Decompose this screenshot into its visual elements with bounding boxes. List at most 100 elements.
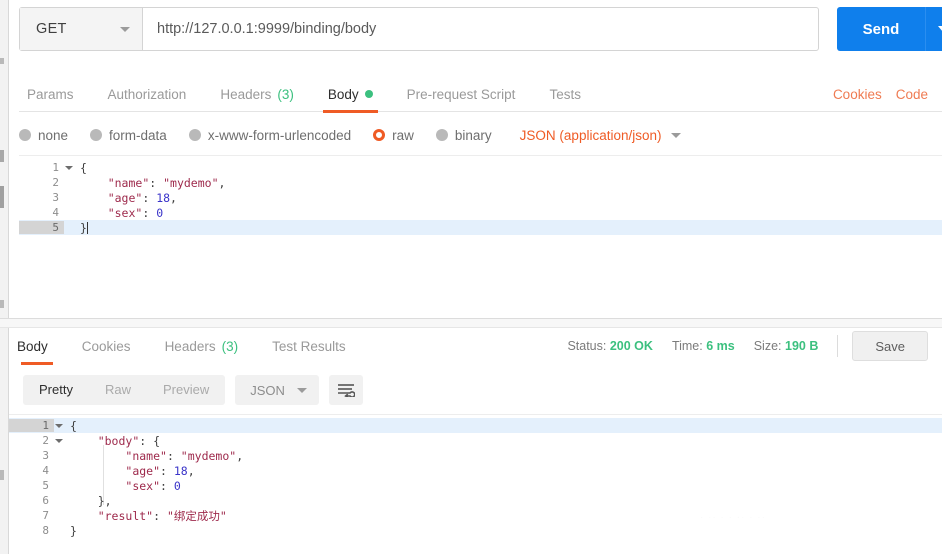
code-line: 7 "result": "绑定成功" [9,508,942,523]
body-type-radio-form-data[interactable]: form-data [90,128,167,143]
code-line: 1{ [9,418,942,433]
line-number: 8 [42,524,49,537]
code-token: } [70,523,77,538]
send-options-button[interactable] [925,7,942,51]
code-text: "age": 18, [64,191,177,205]
fold-toggle-icon[interactable] [65,165,73,170]
response-tab-body[interactable]: Body [9,328,65,365]
line-number: 3 [52,191,59,204]
line-number: 4 [42,464,49,477]
body-type-radio-none[interactable]: none [19,128,68,143]
code-link[interactable]: Code [896,87,928,102]
code-token: }, [97,493,112,508]
request-tab-pre-request-script[interactable]: Pre-request Script [390,76,533,112]
response-tab-test-results[interactable]: Test Results [255,328,363,364]
response-format-dropdown[interactable]: JSON [235,375,319,405]
code-text: "sex": 0 [64,206,163,220]
save-response-button[interactable]: Save [852,331,928,361]
status-label: Status: [567,339,607,353]
url-input[interactable] [143,8,818,50]
code-token: : { [139,433,161,448]
sidebar-mark [0,150,4,162]
body-type-radio-raw[interactable]: raw [373,128,414,143]
url-bar-row: GET Send [19,7,942,51]
fold-toggle-icon[interactable] [55,423,63,428]
request-body-editor[interactable]: 1{2 "name": "mydemo", 3 "age": 18, 4 "sex"… [19,155,942,318]
code-token: : [160,478,174,493]
word-wrap-button[interactable] [328,375,363,405]
code-token: "age" [107,190,143,205]
postman-window: GET Send ParamsAuthorizationHeaders(3)Bo… [0,0,942,554]
code-token: : [149,175,164,190]
code-token: : [166,448,181,463]
send-button[interactable]: Send [837,7,925,51]
request-tab-params[interactable]: Params [19,76,91,112]
code-line: 5} [19,220,942,235]
response-body-editor[interactable]: 1{2 "body": {3 "name": "mydemo", 4 "age":… [9,414,942,554]
tab-label: Params [27,86,74,102]
code-token: , [187,463,195,478]
code-line: 4 "sex": 0 [19,205,942,220]
status-value: 200 OK [609,339,653,353]
fold-toggle-icon[interactable] [55,438,63,443]
status-badge: Status: 200 OK [567,339,653,353]
code-token: , [218,175,226,190]
code-text: "result": "绑定成功" [54,508,227,524]
radio-icon [19,129,31,141]
response-pane: Body Cookies Headers (3) Test Results Status… [9,328,942,554]
code-token: { [70,418,77,433]
code-token: : [160,463,174,478]
code-line: 4 "age": 18, [9,463,942,478]
code-text: } [64,221,88,235]
response-tab-headers[interactable]: Headers (3) [148,328,256,364]
body-present-dot-icon [364,90,373,98]
line-number: 6 [42,494,49,507]
code-text: "name": "mydemo", [64,175,226,190]
cookies-link[interactable]: Cookies [833,87,882,102]
size-badge: Size: 190 B [754,339,819,353]
response-toolbar: Pretty Raw Preview JSON [9,370,942,410]
view-mode-preview[interactable]: Preview [147,375,225,405]
code-text: "name": "mydemo", [54,449,243,463]
code-token: { [80,160,87,175]
request-tab-actions: Cookies Code [833,76,928,112]
text-cursor [86,221,88,234]
request-tab-authorization[interactable]: Authorization [91,76,204,112]
code-text: } [54,524,77,538]
request-tab-headers[interactable]: Headers (3) [203,76,311,112]
sidebar-mark [0,58,4,64]
line-number: 4 [52,206,59,219]
radio-icon [188,129,201,141]
body-type-radio-binary[interactable]: binary [435,128,492,143]
raw-format-label: JSON (application/json) [519,127,662,143]
view-mode-raw[interactable]: Raw [89,375,147,405]
response-tab-cookies[interactable]: Cookies [65,328,148,364]
code-token: , [236,448,244,463]
line-number: 5 [19,221,64,234]
request-pane: GET Send Params Authorization Headers (3) Bo… [9,0,942,318]
http-method-dropdown[interactable]: GET [20,8,143,50]
pane-splitter[interactable] [0,318,942,328]
response-code-lines: 1{2 "body": {3 "name": "mydemo", 4 "age":… [9,415,942,538]
radio-icon [373,129,386,141]
request-tab-tests[interactable]: Tests [532,76,598,112]
request-tab-body[interactable]: Body [311,76,390,113]
tab-label: Test Results [272,338,346,354]
code-token: 0 [173,478,181,493]
response-format-label: JSON [250,382,285,398]
code-token: "sex" [107,205,143,220]
request-tab-bar: Params Authorization Headers (3) Body Pre-req… [19,76,942,113]
line-number: 5 [42,479,49,492]
code-token: "sex" [125,478,161,493]
body-type-radio-x-www-form-urlencoded[interactable]: x-www-form-urlencoded [188,128,351,143]
code-token: } [80,220,87,235]
view-mode-pretty[interactable]: Pretty [23,375,89,405]
chevron-down-icon [938,26,942,32]
send-button-group: Send [837,7,942,51]
time-value: 6 ms [706,339,735,353]
line-number: 2 [9,434,63,447]
code-line: 6 }, [9,493,942,508]
code-token: "name" [107,175,150,190]
code-line: 3 "name": "mydemo", [9,448,942,463]
raw-format-dropdown[interactable]: JSON (application/json) [520,128,682,143]
